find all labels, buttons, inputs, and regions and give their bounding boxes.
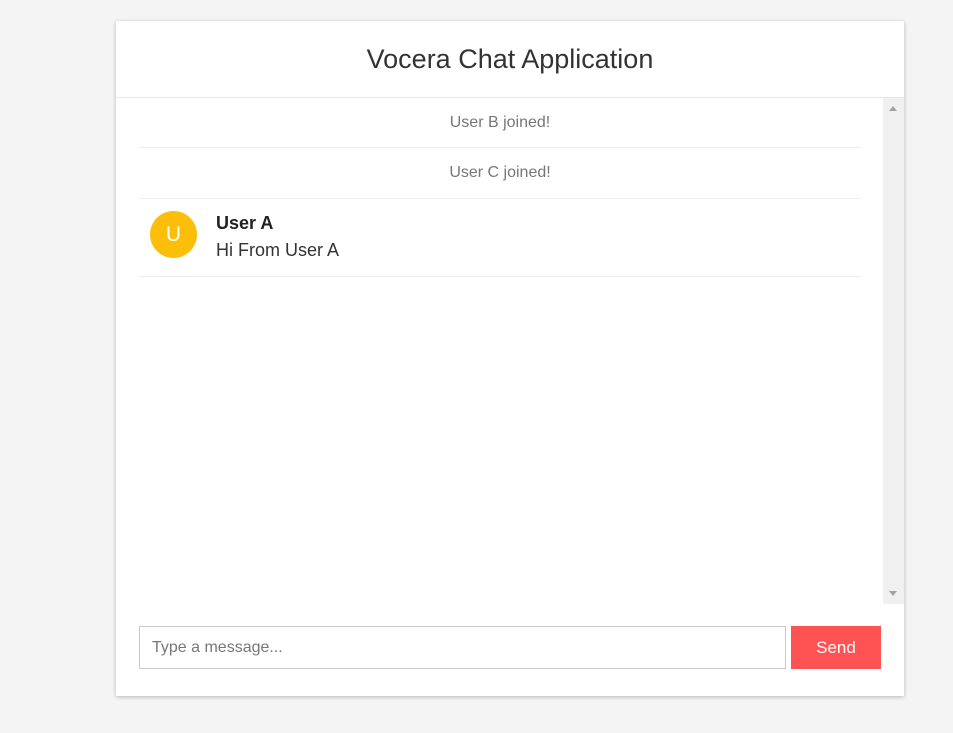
system-message: User B joined!	[139, 98, 861, 148]
avatar: U	[150, 211, 197, 258]
send-button[interactable]: Send	[791, 626, 881, 669]
chat-message: U User A Hi From User A	[139, 199, 861, 277]
message-author: User A	[216, 213, 274, 233]
message-composer: Send	[139, 626, 881, 669]
messages-panel[interactable]: User B joined! User C joined! U User A H…	[116, 98, 904, 604]
vertical-scrollbar[interactable]	[883, 98, 904, 604]
scroll-up-arrow-icon[interactable]	[889, 106, 897, 111]
message-text: Hi From User A	[216, 240, 340, 260]
scroll-down-arrow-icon[interactable]	[889, 591, 897, 596]
chat-header: Vocera Chat Application	[116, 21, 904, 98]
chat-window: Vocera Chat Application User B joined! U…	[116, 21, 904, 696]
message-input[interactable]	[139, 626, 786, 669]
page-title: Vocera Chat Application	[366, 43, 654, 74]
message-list: User B joined! User C joined! U User A H…	[139, 98, 861, 277]
system-message: User C joined!	[139, 148, 861, 199]
